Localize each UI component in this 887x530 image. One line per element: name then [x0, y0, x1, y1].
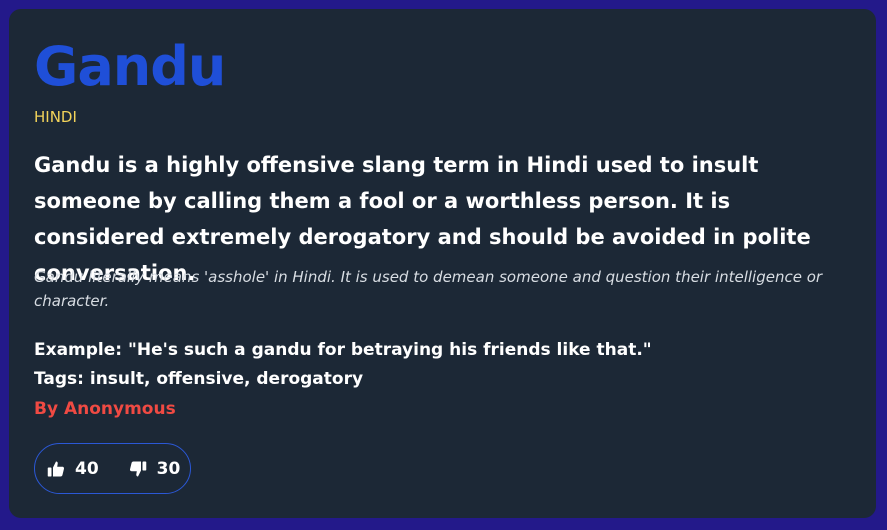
- author-label: By Anonymous: [34, 399, 176, 419]
- term-title: Gandu: [34, 35, 226, 98]
- tags-text: Tags: insult, offensive, derogatory: [34, 369, 364, 389]
- downvote-count: 30: [156, 458, 181, 479]
- vote-bar: 40 30: [34, 443, 191, 494]
- entry-card: Gandu HINDI Gandu is a highly offensive …: [9, 9, 876, 518]
- thumbs-up-icon: [47, 460, 65, 478]
- upvote-count: 40: [75, 458, 99, 479]
- example-text: Example: "He's such a gandu for betrayin…: [34, 340, 652, 360]
- downvote-button[interactable]: 30: [129, 458, 181, 479]
- thumbs-down-icon: [129, 460, 147, 478]
- upvote-button[interactable]: 40: [47, 459, 99, 479]
- meaning-text: Gandu literally means 'asshole' in Hindi…: [34, 268, 823, 310]
- language-label: HINDI: [34, 108, 77, 126]
